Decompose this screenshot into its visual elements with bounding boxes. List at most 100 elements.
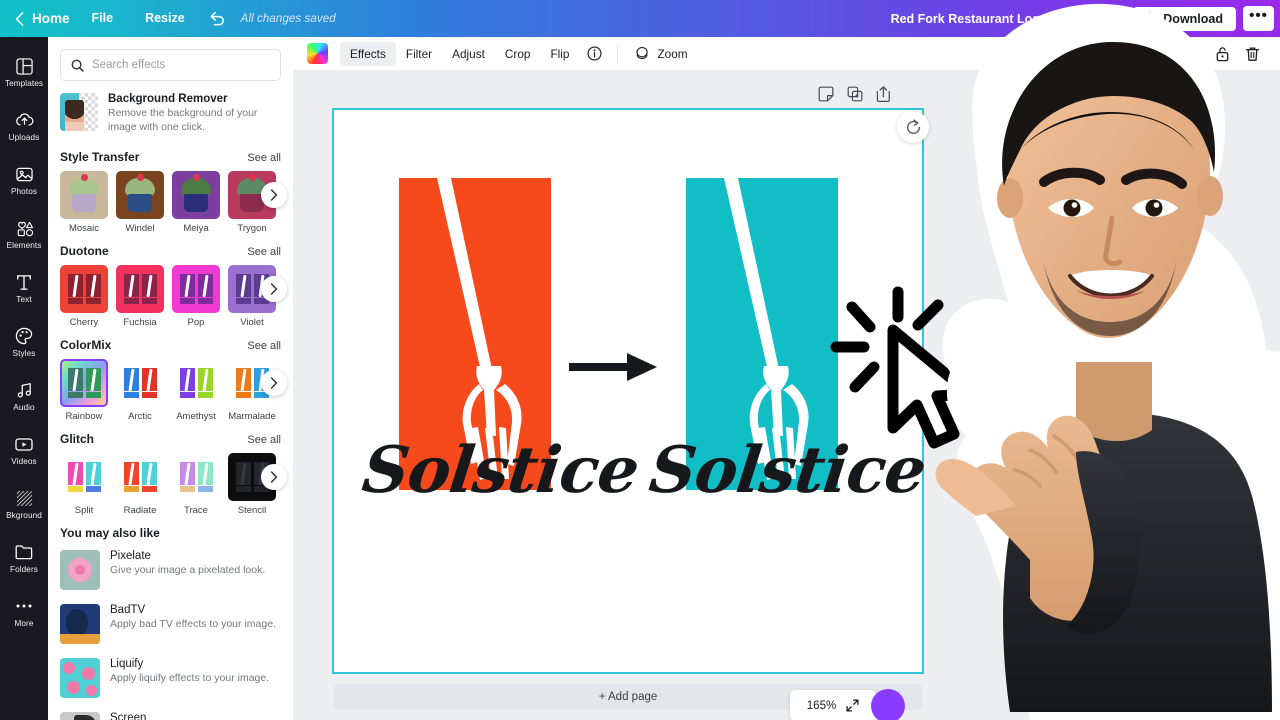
see-all-link[interactable]: See all [247,434,281,446]
add-page-icon[interactable] [876,86,891,102]
effect-option[interactable]: Mosaic [60,171,108,234]
see-all-link[interactable]: See all [247,246,281,258]
next-arrow-button[interactable] [261,182,287,208]
download-button[interactable]: Download [1133,6,1236,31]
sidebar-item-elements[interactable]: Elements [0,207,48,261]
sidebar-item-uploads[interactable]: Uploads [0,99,48,153]
help-button[interactable] [871,689,905,720]
effect-thumbnail [172,453,220,501]
see-all-link[interactable]: See all [247,152,281,164]
effect-thumbnail [60,712,100,720]
background-remover-item[interactable]: Background Remover Remove the background… [48,81,293,140]
sidebar-item-videos[interactable]: Videos [0,423,48,477]
effect-option[interactable]: Arctic [116,359,164,422]
video-icon [15,435,33,454]
home-button[interactable]: Home [29,0,76,37]
list-item[interactable]: BadTV Apply bad TV effects to your image… [48,597,293,651]
effect-option[interactable]: Amethyst [172,359,220,422]
sidebar-item-styles[interactable]: Styles [0,315,48,369]
palette-icon [15,327,33,346]
logo-before[interactable]: Solstice [358,178,642,568]
background-remover-description: Remove the background of your image with… [108,107,258,133]
next-arrow-button[interactable] [261,370,287,396]
sidebar-item-bkground[interactable]: Bkground [0,477,48,531]
brand-wordmark-before: Solstice [358,433,643,508]
duplicate-page-icon[interactable] [847,86,863,102]
text-icon [16,273,32,292]
effect-option[interactable]: Radiate [116,453,164,516]
see-all-link[interactable]: See all [247,340,281,352]
notes-icon[interactable] [818,86,834,102]
effect-option[interactable]: Fuchsia [116,265,164,328]
next-arrow-button[interactable] [261,276,287,302]
effect-thumbnail [172,265,220,313]
sidebar-item-more[interactable]: More [0,585,48,639]
tab-adjust[interactable]: Adjust [442,42,495,66]
share-button[interactable]: Share [1065,5,1127,32]
sidebar-item-audio[interactable]: Audio [0,369,48,423]
transparency-icon[interactable] [1155,41,1183,67]
zoom-lens-icon [634,46,650,61]
undo-button[interactable] [201,11,235,26]
effect-thumbnail [60,265,108,313]
effect-option[interactable]: Rainbow [60,359,108,422]
sidebar-label: Templates [4,78,44,88]
sidebar-item-templates[interactable]: Templates [0,45,48,99]
search-placeholder: Search effects [92,59,166,71]
sidebar-item-photos[interactable]: Photos [0,153,48,207]
sidebar-label: Uploads [8,132,40,142]
info-circle-icon[interactable] [581,46,607,61]
tab-crop[interactable]: Crop [495,42,541,66]
resize-button[interactable]: Resize [129,0,201,37]
effect-thumbnail [60,171,108,219]
sidebar-item-text[interactable]: Text [0,261,48,315]
effect-option[interactable]: Cherry [60,265,108,328]
duotone-row: Cherry Fuchsia Pop Violet [48,265,293,328]
more-options-button[interactable]: ••• [1243,6,1274,31]
ellipsis-icon [15,597,33,616]
zoom-control[interactable]: 165% [790,690,876,720]
search-effects-field[interactable]: Search effects [60,49,281,81]
effect-option[interactable]: Trace [172,453,220,516]
music-note-icon [16,381,33,400]
toolbar-divider [1195,44,1196,63]
folder-icon [15,543,33,562]
list-item[interactable]: Pixelate Give your image a pixelated loo… [48,543,293,597]
style-transfer-row: Mosaic Windel Meiya Trygon [48,171,293,234]
effect-label: Meiya [183,223,209,234]
effect-title: BadTV [110,604,146,616]
effect-option[interactable]: Pop [172,265,220,328]
effect-label: Fuchsia [123,317,157,328]
expand-icon[interactable] [846,699,859,712]
color-swatch-icon[interactable] [307,43,328,64]
section-title: Duotone [60,244,109,258]
image-editor-toolbar: Effects Filter Adjust Crop Flip Zoom [293,37,1280,71]
effect-thumbnail [60,658,100,698]
rotate-handle-icon[interactable] [897,111,929,143]
list-item[interactable]: Screen [48,705,293,720]
background-remover-thumbnail [60,93,98,131]
sidebar-item-folders[interactable]: Folders [0,531,48,585]
design-title[interactable]: Red Fork Restaurant Logo [891,12,1048,26]
canvas-stage: Solstice Solstice + Add page 165% [293,71,1280,720]
lock-icon[interactable] [1208,41,1236,67]
zoom-tool-button[interactable]: Zoom [628,42,693,65]
trash-icon[interactable] [1238,41,1266,67]
next-arrow-button[interactable] [261,464,287,490]
tab-flip[interactable]: Flip [540,42,579,66]
back-button[interactable] [9,0,29,37]
effect-option[interactable]: Windel [116,171,164,234]
effect-option[interactable]: Meiya [172,171,220,234]
list-item[interactable]: Liquify Apply liquify effects to your im… [48,651,293,705]
right-arrow-icon [569,350,659,389]
background-remover-title: Background Remover [108,93,228,105]
elements-icon [15,219,34,238]
effect-title: Screen [110,712,147,720]
sidebar-label: Bkground [6,510,42,520]
sidebar-label: Audio [13,402,35,412]
tab-filter[interactable]: Filter [396,42,442,66]
file-menu[interactable]: File [76,0,130,37]
effect-option[interactable]: Split [60,453,108,516]
effect-thumbnail [172,359,220,407]
tab-effects[interactable]: Effects [340,41,396,66]
